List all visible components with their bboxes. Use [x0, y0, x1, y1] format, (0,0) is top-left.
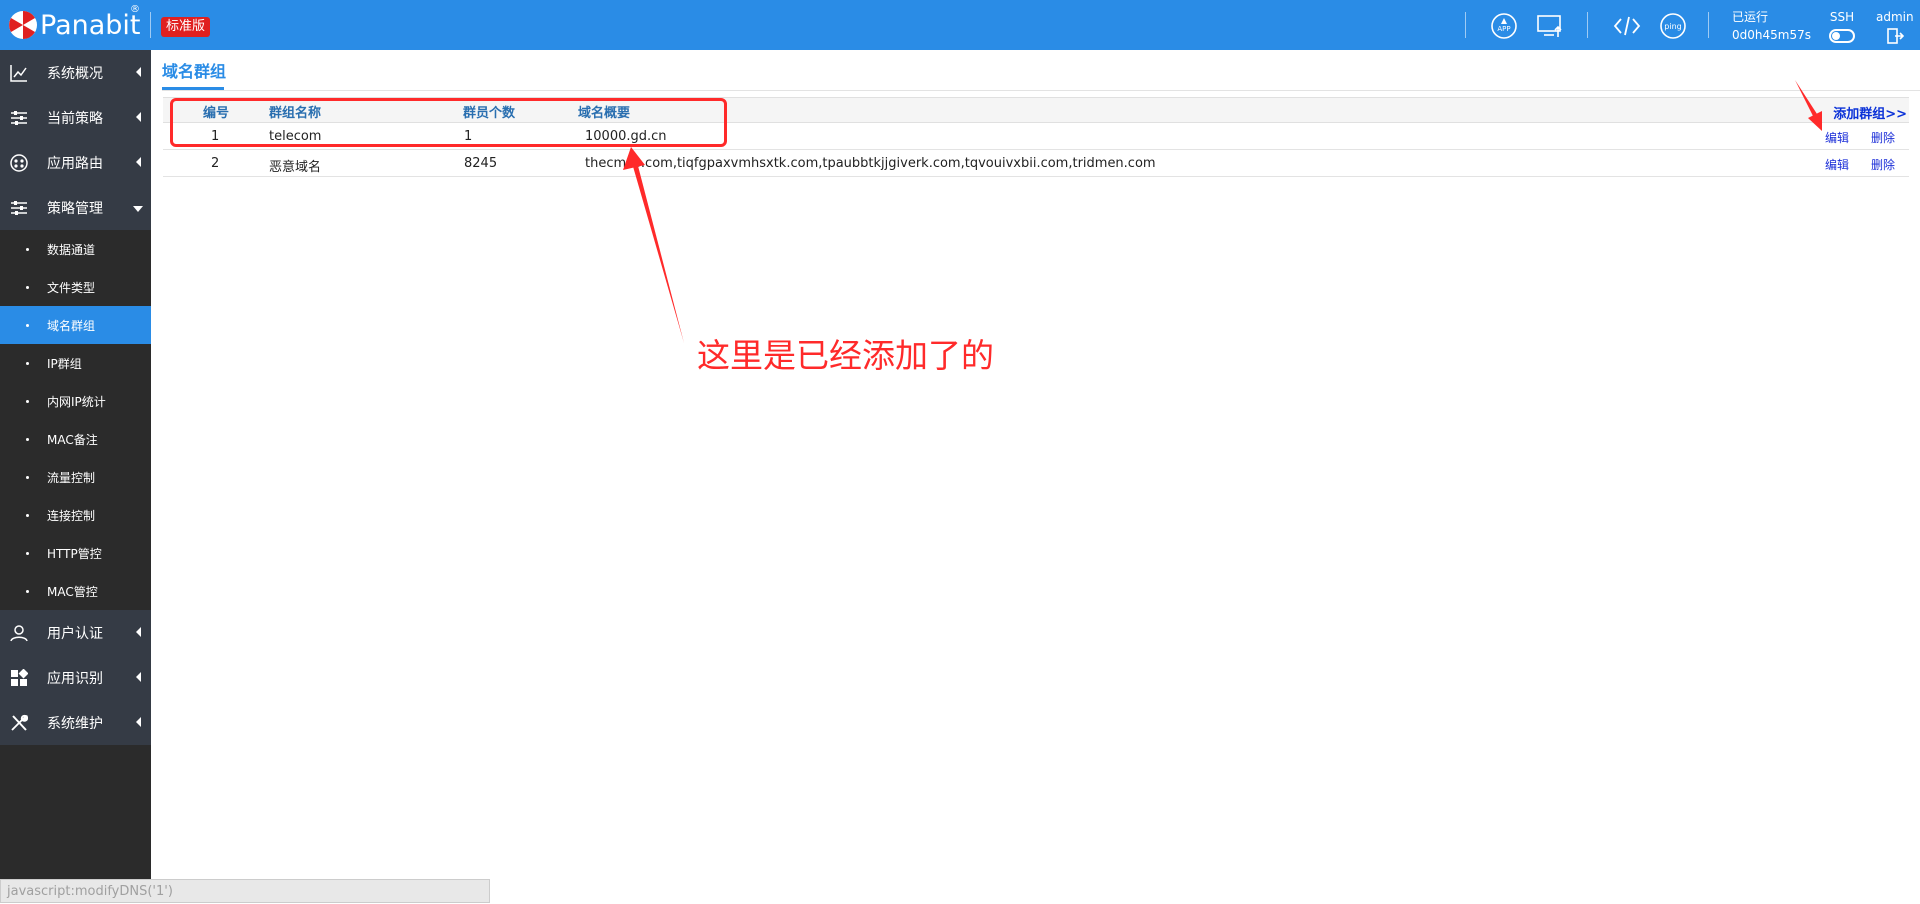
divider: [1465, 12, 1466, 38]
top-bar: Panabit ® 标准版 APP ping 已运行 0d0h45m57s SS…: [0, 0, 1920, 50]
route-icon: [10, 154, 28, 172]
registered-mark: ®: [130, 4, 140, 15]
sidebar-subitem-label: 流量控制: [47, 471, 96, 485]
ssh-toggle-group: SSH: [1829, 8, 1855, 43]
ssh-toggle[interactable]: [1829, 29, 1855, 43]
sidebar-subitem-flow-control[interactable]: 流量控制: [0, 458, 151, 496]
sidebar-item-label: 应用路由: [47, 156, 103, 172]
sidebar-subitem-http-control[interactable]: HTTP管控: [0, 534, 151, 572]
panabit-logo-icon: [9, 11, 37, 39]
app-icon[interactable]: APP: [1489, 11, 1519, 41]
sidebar-item-label: 应用识别: [47, 671, 103, 687]
sidebar-subitem-data-channel[interactable]: 数据通道: [0, 230, 151, 268]
sliders-icon: [11, 201, 27, 215]
user-name: admin: [1876, 10, 1914, 24]
runtime-display: 已运行 0d0h45m57s: [1732, 8, 1811, 44]
sidebar-item-label: 当前策略: [47, 111, 103, 127]
sidebar-subitem-mac-note[interactable]: MAC备注: [0, 420, 151, 458]
row-count: 8245: [464, 156, 498, 171]
chevron-left-icon: [136, 627, 141, 637]
sidebar-item-app-identify[interactable]: 应用识别: [0, 655, 151, 700]
app-icon-text: APP: [1497, 25, 1510, 33]
sidebar-subitem-file-type[interactable]: 文件类型: [0, 268, 151, 306]
row-name: 恶意域名: [269, 160, 322, 175]
code-icon[interactable]: [1612, 11, 1642, 41]
annotation-highlight-box: [170, 98, 727, 147]
monitor-upload-icon[interactable]: [1535, 11, 1565, 41]
edition-badge: 标准版: [161, 17, 211, 37]
tools-icon: [11, 714, 28, 731]
sidebar-item-label: 系统概况: [47, 66, 103, 82]
sidebar-item-overview[interactable]: 系统概况: [0, 50, 151, 95]
sidebar-item-policy-management[interactable]: 策略管理: [0, 185, 151, 230]
sidebar-subitem-label: 域名群组: [47, 319, 96, 333]
bullet-icon: [26, 400, 29, 403]
divider: [162, 90, 1920, 91]
sidebar: 系统概况 当前策略 应用路由 策略管理 数据通道 文件类型 域名群组 IP群组 …: [0, 50, 490, 903]
table-row: 2 恶意域名 8245 thecmes.com,tiqfgpaxvmhsxtk.…: [163, 150, 1909, 177]
brand-logo[interactable]: Panabit: [8, 9, 141, 41]
logout-icon[interactable]: [1886, 27, 1904, 45]
sidebar-subitem-label: 连接控制: [47, 509, 96, 523]
edit-link[interactable]: 编辑: [1825, 156, 1849, 173]
edit-link[interactable]: 编辑: [1825, 129, 1849, 146]
sidebar-item-label: 策略管理: [47, 201, 103, 217]
bullet-icon: [26, 438, 29, 441]
chevron-left-icon: [136, 717, 141, 727]
sidebar-subitem-label: 数据通道: [47, 243, 96, 257]
sidebar-subitem-mac-control[interactable]: MAC管控: [0, 572, 151, 610]
divider: [150, 12, 151, 38]
bullet-icon: [26, 286, 29, 289]
ssh-label: SSH: [1829, 10, 1855, 24]
sidebar-subitem-label: HTTP管控: [47, 547, 102, 561]
divider: [1587, 12, 1588, 38]
sidebar-item-current-policy[interactable]: 当前策略: [0, 95, 151, 140]
sidebar-subitem-ip-group[interactable]: IP群组: [0, 344, 151, 382]
bullet-icon: [26, 324, 29, 327]
sidebar-subitem-label: MAC管控: [47, 585, 98, 599]
chevron-down-icon: [133, 206, 143, 212]
sidebar-subitem-label: 文件类型: [47, 281, 96, 295]
ping-icon[interactable]: ping: [1658, 11, 1688, 41]
chevron-left-icon: [136, 672, 141, 682]
chart-line-icon: [10, 65, 27, 82]
sidebar-subitem-label: 内网IP统计: [47, 395, 106, 409]
sidebar-item-label: 用户认证: [47, 626, 103, 642]
row-summary: thecmes.com,tiqfgpaxvmhsxtk.com,tpaubbtk…: [585, 156, 1156, 171]
sidebar-item-system-maintenance[interactable]: 系统维护: [0, 700, 151, 745]
sliders-icon: [11, 111, 27, 125]
runtime-value: 0d0h45m57s: [1732, 28, 1811, 42]
sidebar-subitem-connection-control[interactable]: 连接控制: [0, 496, 151, 534]
chevron-left-icon: [136, 112, 141, 122]
chevron-left-icon: [136, 67, 141, 77]
sidebar-subitem-label: MAC备注: [47, 433, 98, 447]
bullet-icon: [26, 248, 29, 251]
apps-icon: [11, 669, 28, 686]
bullet-icon: [26, 590, 29, 593]
sidebar-subitem-label: IP群组: [47, 357, 82, 371]
bullet-icon: [26, 514, 29, 517]
bullet-icon: [26, 362, 29, 365]
page-title: 域名群组: [162, 62, 227, 81]
brand-name: Panabit: [40, 9, 141, 41]
delete-link[interactable]: 删除: [1871, 156, 1895, 173]
bullet-icon: [26, 552, 29, 555]
sidebar-subitem-lan-ip-stats[interactable]: 内网IP统计: [0, 382, 151, 420]
bullet-icon: [26, 476, 29, 479]
sidebar-item-app-route[interactable]: 应用路由: [0, 140, 151, 185]
user-icon: [10, 625, 28, 642]
ping-icon-text: ping: [1664, 22, 1681, 31]
sidebar-subitem-domain-group[interactable]: 域名群组: [0, 306, 151, 344]
chevron-left-icon: [136, 157, 141, 167]
user-menu[interactable]: admin: [1876, 8, 1914, 50]
row-id: 2: [211, 156, 220, 171]
main-content: 域名群组 编号 群组名称 群员个数 域名概要 添加群组>> 1 telecom …: [151, 50, 1920, 903]
sidebar-item-label: 系统维护: [47, 716, 103, 732]
delete-link[interactable]: 删除: [1871, 129, 1895, 146]
annotation-text: 这里是已经添加了的: [697, 336, 994, 375]
add-group-link[interactable]: 添加群组>>: [1833, 103, 1907, 122]
divider: [1708, 12, 1709, 38]
runtime-label: 已运行: [1732, 10, 1769, 24]
sidebar-item-user-auth[interactable]: 用户认证: [0, 610, 151, 655]
